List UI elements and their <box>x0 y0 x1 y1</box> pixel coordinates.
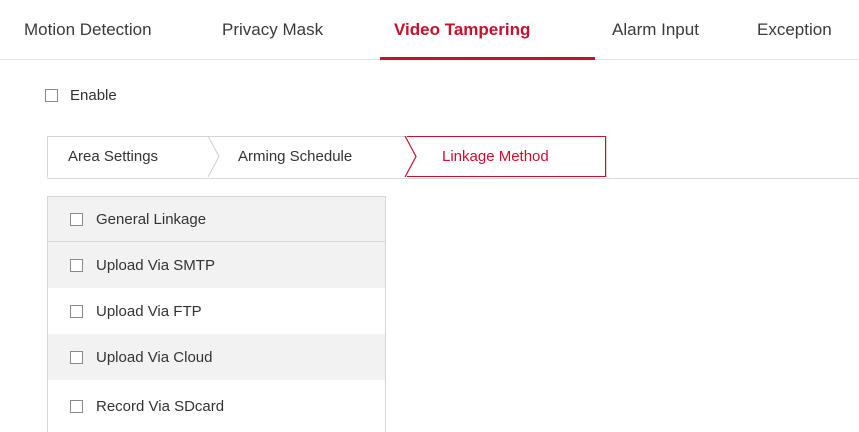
general-linkage-header[interactable]: General Linkage <box>48 196 385 242</box>
tab-alarm-input[interactable]: Alarm Input <box>612 20 699 40</box>
enable-checkbox[interactable] <box>45 88 58 102</box>
tab-video-tampering[interactable]: Video Tampering <box>394 20 530 40</box>
general-linkage-checkbox[interactable] <box>70 212 83 226</box>
general-linkage-label: General Linkage <box>96 210 207 228</box>
tab-privacy-mask[interactable]: Privacy Mask <box>222 20 323 40</box>
upload-ftp-checkbox[interactable] <box>70 304 83 318</box>
tab-motion-detection[interactable]: Motion Detection <box>24 20 152 40</box>
sub-tab-area-settings[interactable]: Area Settings <box>68 148 158 165</box>
list-item-upload-smtp[interactable]: Upload Via SMTP <box>48 242 385 288</box>
enable-label: Enable <box>70 86 117 104</box>
tab-exception[interactable]: Exception <box>757 20 832 40</box>
sub-tab-linkage-method[interactable]: Linkage Method <box>442 148 549 165</box>
list-item-upload-ftp[interactable]: Upload Via FTP <box>48 288 385 334</box>
sub-tab-arming-schedule[interactable]: Arming Schedule <box>238 148 352 165</box>
chevron-separator-icon <box>207 136 220 177</box>
record-sdcard-label: Record Via SDcard <box>96 397 225 415</box>
chevron-separator-icon <box>404 136 417 177</box>
upload-smtp-checkbox[interactable] <box>70 258 83 272</box>
linkage-method-list: General Linkage Upload Via SMTP Upload V… <box>47 196 386 432</box>
video-tampering-page: Motion Detection Privacy Mask Video Tamp… <box>0 0 859 432</box>
enable-row[interactable]: Enable <box>45 86 117 104</box>
upload-cloud-label: Upload Via Cloud <box>96 348 213 366</box>
main-tab-bar: Motion Detection Privacy Mask Video Tamp… <box>0 0 859 60</box>
list-item-upload-cloud[interactable]: Upload Via Cloud <box>48 334 385 380</box>
upload-smtp-label: Upload Via SMTP <box>96 256 215 274</box>
upload-ftp-label: Upload Via FTP <box>96 302 202 320</box>
sub-tab-bar: Area Settings Arming Schedule Linkage Me… <box>47 136 859 179</box>
record-sdcard-checkbox[interactable] <box>70 399 83 413</box>
active-tab-indicator <box>380 57 595 60</box>
list-item-record-sdcard[interactable]: Record Via SDcard <box>48 380 385 432</box>
upload-cloud-checkbox[interactable] <box>70 350 83 364</box>
